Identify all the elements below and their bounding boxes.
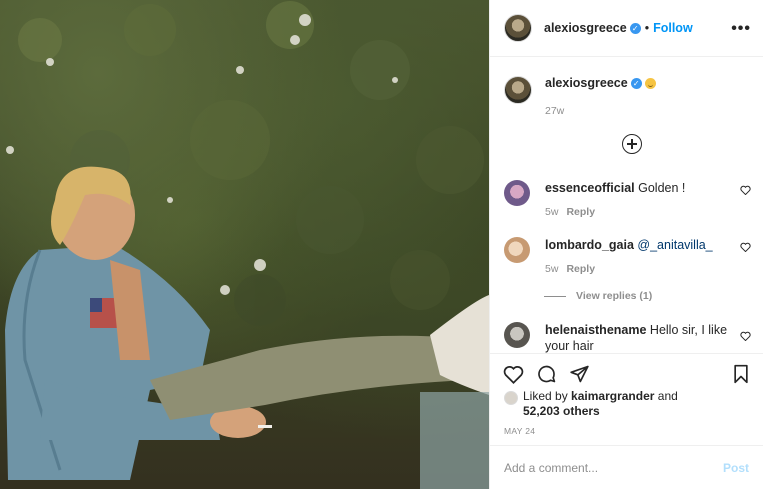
- post-side-panel: alexiosgreece ✓ • Follow ••• alexiosgree…: [489, 0, 763, 489]
- verified-icon: ✓: [629, 22, 641, 34]
- post-actions-bar: [490, 353, 763, 393]
- smile-emoji-icon: [644, 78, 656, 90]
- commenter-avatar[interactable]: [504, 180, 530, 206]
- separator-dot: •: [644, 21, 650, 35]
- verified-icon: ✓: [630, 78, 642, 90]
- add-comment-input[interactable]: Add a comment...: [504, 461, 723, 475]
- likes-and: and: [657, 389, 678, 403]
- author-avatar[interactable]: [504, 14, 532, 42]
- caption-time[interactable]: 27w: [545, 105, 656, 117]
- heart-icon[interactable]: [740, 185, 751, 195]
- likes-others-count[interactable]: 52,203 others: [523, 404, 600, 418]
- comment-item: helenaisthename Hello sir, I like your h…: [504, 322, 751, 353]
- comment-text: Golden !: [638, 181, 686, 195]
- share-send-icon[interactable]: [569, 364, 590, 384]
- load-more-comments-icon[interactable]: [622, 134, 642, 154]
- comment-item: essenceofficial Golden ! 5w Reply: [504, 180, 751, 220]
- more-options-icon[interactable]: •••: [731, 20, 751, 38]
- caption-avatar[interactable]: [504, 76, 532, 104]
- comment-bubble-icon[interactable]: [536, 364, 557, 384]
- heart-icon[interactable]: [740, 242, 751, 252]
- view-replies-button[interactable]: View replies (1): [544, 290, 652, 302]
- photo-illustration: [5, 1, 489, 489]
- reply-button[interactable]: Reply: [566, 263, 595, 275]
- comment-username[interactable]: helenaisthename: [545, 323, 646, 337]
- replies-line: [544, 295, 566, 297]
- comment-time: 5w: [545, 263, 559, 275]
- post-date[interactable]: MAY 24: [504, 426, 535, 436]
- post-photo[interactable]: [0, 0, 489, 489]
- likes-prefix: Liked by: [523, 389, 568, 403]
- commenter-avatar[interactable]: [504, 322, 530, 348]
- comment-username[interactable]: essenceofficial: [545, 181, 635, 195]
- caption-username[interactable]: alexiosgreece: [545, 76, 628, 90]
- comment-mention[interactable]: @_anitavilla_: [637, 238, 712, 252]
- comments-list[interactable]: alexiosgreece ✓ 27w essenceofficial Golde…: [490, 58, 763, 353]
- comment-username[interactable]: lombardo_gaia: [545, 238, 634, 252]
- heart-icon[interactable]: [740, 331, 751, 341]
- instagram-post-view: alexiosgreece ✓ • Follow ••• alexiosgree…: [0, 0, 763, 489]
- post-comment-button[interactable]: Post: [723, 461, 749, 475]
- caption: alexiosgreece ✓ 27w: [504, 76, 656, 117]
- post-header: alexiosgreece ✓ • Follow •••: [490, 0, 763, 57]
- commenter-avatar[interactable]: [504, 237, 530, 263]
- liker-avatar[interactable]: [504, 391, 518, 405]
- liker-username[interactable]: kaimargrander: [571, 389, 654, 403]
- add-comment-bar: Add a comment... Post: [490, 445, 763, 489]
- view-replies-label: View replies (1): [576, 290, 653, 302]
- comment-time: 5w: [545, 206, 559, 218]
- reply-button[interactable]: Reply: [566, 206, 595, 218]
- comment-item: lombardo_gaia @_anitavilla_ 5w Reply: [504, 237, 751, 277]
- like-heart-icon[interactable]: [503, 364, 524, 384]
- author-username[interactable]: alexiosgreece: [544, 21, 627, 35]
- likes-summary: Liked by kaimargrander and 52,203 others: [504, 389, 678, 419]
- save-bookmark-icon[interactable]: [732, 364, 750, 384]
- follow-button[interactable]: Follow: [653, 21, 693, 35]
